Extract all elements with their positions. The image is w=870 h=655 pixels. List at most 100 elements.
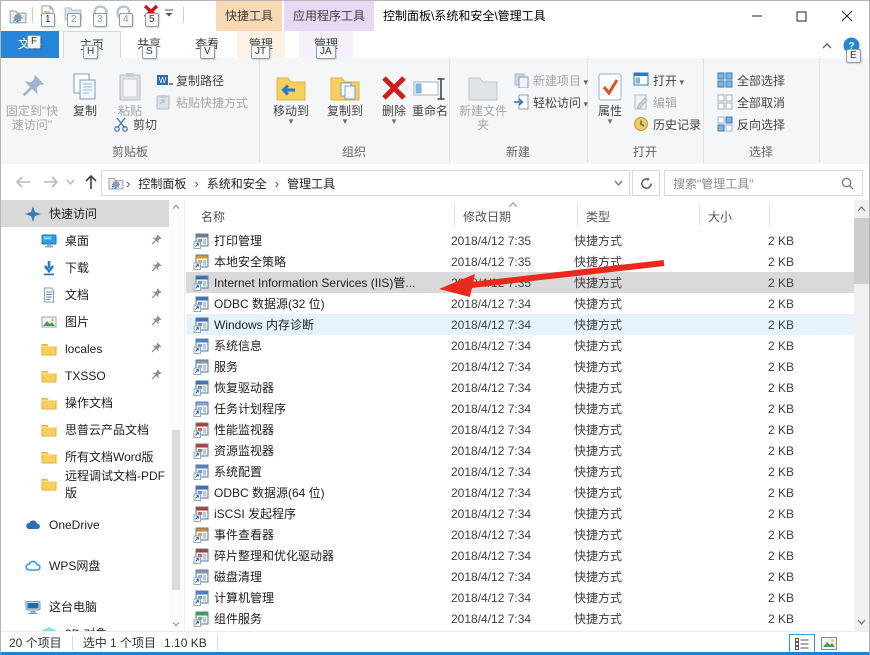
- sidebar-item[interactable]: 思普云产品文档: [1, 416, 169, 443]
- table-row[interactable]: 打印管理 2018/4/12 7:35 快捷方式 2 KB: [186, 230, 854, 251]
- paste-shortcut-button[interactable]: 粘贴快捷方式: [156, 92, 248, 112]
- keytip-share: S: [142, 45, 157, 59]
- minimize-button[interactable]: [734, 1, 779, 31]
- copy-button[interactable]: 复制: [63, 62, 107, 138]
- table-row[interactable]: Internet Information Services (IIS)管... …: [186, 272, 854, 293]
- breadcrumb-item-control-panel[interactable]: 控制面板: [132, 175, 192, 192]
- search-box[interactable]: 搜索"管理工具": [664, 170, 863, 196]
- table-row[interactable]: ODBC 数据源(64 位) 2018/4/12 7:34 快捷方式 2 KB: [186, 482, 854, 503]
- sidebar-item[interactable]: 操作文档: [1, 389, 169, 416]
- column-header-size[interactable]: 大小: [708, 208, 732, 225]
- edit-button[interactable]: 编辑: [633, 92, 677, 112]
- copy-to-button[interactable]: 复制到: [319, 62, 371, 138]
- sidebar-item[interactable]: 下载: [1, 254, 169, 281]
- sidebar-item[interactable]: 图片: [1, 308, 169, 335]
- table-row[interactable]: 计算机管理 2018/4/12 7:34 快捷方式 2 KB: [186, 587, 854, 608]
- sidebar-item[interactable]: OneDrive: [1, 511, 169, 538]
- thumbnail-view-button[interactable]: [816, 634, 842, 653]
- new-folder-button[interactable]: 新建文件夹: [457, 62, 509, 138]
- column-header-name[interactable]: 名称: [201, 208, 225, 225]
- cell-type: 快捷方式: [574, 421, 696, 438]
- sidebar-item[interactable]: WPS网盘: [1, 552, 169, 579]
- scroll-up-icon[interactable]: [857, 206, 866, 212]
- contextual-tab-header-shortcut-tools[interactable]: 快捷工具: [216, 1, 282, 31]
- rename-button[interactable]: 重命名: [411, 62, 449, 138]
- table-row[interactable]: 事件查看器 2018/4/12 7:34 快捷方式 2 KB: [186, 524, 854, 545]
- breadcrumb[interactable]: › 控制面板 › 系统和安全 › 管理工具: [101, 170, 630, 196]
- table-row[interactable]: 磁盘清理 2018/4/12 7:34 快捷方式 2 KB: [186, 566, 854, 587]
- new-item-button[interactable]: 新建项目: [513, 70, 588, 90]
- sidebar-item-label: 桌面: [65, 232, 89, 249]
- sidebar-item[interactable]: locales: [1, 335, 169, 362]
- up-button[interactable]: [79, 171, 103, 193]
- table-row[interactable]: 组件服务 2018/4/12 7:34 快捷方式 2 KB: [186, 608, 854, 629]
- pin-icon: [17, 72, 47, 102]
- sidebar-item-label: 思普云产品文档: [65, 421, 149, 438]
- column-header-type[interactable]: 类型: [586, 208, 610, 225]
- cut-button[interactable]: 剪切: [113, 114, 157, 134]
- table-row[interactable]: 本地安全策略 2018/4/12 7:35 快捷方式 2 KB: [186, 251, 854, 272]
- sidebar-item[interactable]: 远程调试文档-PDF版: [1, 470, 169, 497]
- table-row[interactable]: 性能监视器 2018/4/12 7:34 快捷方式 2 KB: [186, 419, 854, 440]
- scroll-up-icon[interactable]: [172, 204, 180, 210]
- back-button[interactable]: [11, 171, 35, 193]
- table-row[interactable]: 恢复驱动器 2018/4/12 7:34 快捷方式 2 KB: [186, 377, 854, 398]
- scroll-down-icon[interactable]: [857, 619, 866, 625]
- items-count: 20 个项目: [9, 634, 62, 651]
- sidebar-item[interactable]: 文档: [1, 281, 169, 308]
- history-button[interactable]: 历史记录: [633, 114, 701, 134]
- table-row[interactable]: 资源监视器 2018/4/12 7:34 快捷方式 2 KB: [186, 440, 854, 461]
- sidebar-scroll-thumb[interactable]: [172, 430, 180, 590]
- refresh-button[interactable]: [632, 170, 660, 196]
- breadcrumb-item-system-security[interactable]: 系统和安全: [201, 175, 273, 192]
- cell-name: 磁盘清理: [214, 568, 451, 585]
- column-header-date[interactable]: 修改日期: [463, 208, 511, 225]
- select-none-button[interactable]: 全部取消: [717, 92, 785, 112]
- collapse-ribbon-icon[interactable]: [821, 40, 833, 52]
- sidebar-item-icon: [25, 599, 41, 615]
- table-row[interactable]: iSCSI 发起程序 2018/4/12 7:34 快捷方式 2 KB: [186, 503, 854, 524]
- invert-selection-button[interactable]: 反向选择: [717, 114, 785, 134]
- sidebar-scrollbar[interactable]: [169, 200, 183, 631]
- keytip-home: H: [83, 45, 98, 59]
- sidebar-item-label: OneDrive: [49, 518, 100, 532]
- sidebar-item-label: 这台电脑: [49, 598, 97, 615]
- sidebar-item[interactable]: TXSSO: [1, 362, 169, 389]
- copy-path-button[interactable]: W 复制路径: [156, 70, 224, 90]
- contextual-tab-header-app-tools[interactable]: 应用程序工具: [284, 1, 374, 31]
- move-to-button[interactable]: 移动到: [265, 62, 317, 138]
- cell-date: 2018/4/12 7:34: [451, 360, 574, 374]
- sidebar-item[interactable]: 3D 对象: [1, 620, 169, 631]
- sidebar-item-icon: [41, 368, 57, 384]
- table-row[interactable]: 系统配置 2018/4/12 7:34 快捷方式 2 KB: [186, 461, 854, 482]
- scroll-down-icon[interactable]: [172, 621, 180, 627]
- table-row[interactable]: 服务 2018/4/12 7:34 快捷方式 2 KB: [186, 356, 854, 377]
- select-all-button[interactable]: 全部选择: [717, 70, 785, 90]
- sidebar-item[interactable]: 这台电脑: [1, 593, 169, 620]
- cell-type: 快捷方式: [574, 337, 696, 354]
- properties-button[interactable]: 属性: [591, 62, 629, 138]
- cell-name: 计算机管理: [214, 589, 451, 606]
- maximize-button[interactable]: [779, 1, 824, 31]
- table-row[interactable]: ODBC 数据源(32 位) 2018/4/12 7:34 快捷方式 2 KB: [186, 293, 854, 314]
- open-button[interactable]: 打开: [633, 70, 684, 90]
- pin-to-quick-access-button[interactable]: 固定到"快速访问": [3, 62, 61, 138]
- file-list-scrollbar[interactable]: [854, 200, 869, 631]
- easy-access-button[interactable]: 轻松访问: [513, 92, 588, 112]
- table-row[interactable]: 系统信息 2018/4/12 7:34 快捷方式 2 KB: [186, 335, 854, 356]
- breadcrumb-item-admin-tools[interactable]: 管理工具: [281, 175, 341, 192]
- breadcrumb-chevron: ›: [192, 176, 200, 191]
- details-view-button[interactable]: [789, 634, 815, 653]
- sidebar-item[interactable]: 快速访问: [1, 200, 169, 227]
- close-button[interactable]: [824, 1, 869, 31]
- qat-customize-dropdown[interactable]: [164, 4, 178, 26]
- table-row[interactable]: Windows 内存诊断 2018/4/12 7:34 快捷方式 2 KB: [186, 314, 854, 335]
- forward-button[interactable]: [39, 171, 63, 193]
- table-row[interactable]: 碎片整理和优化驱动器 2018/4/12 7:34 快捷方式 2 KB: [186, 545, 854, 566]
- recent-locations-dropdown[interactable]: [63, 171, 77, 193]
- table-row[interactable]: 任务计划程序 2018/4/12 7:34 快捷方式 2 KB: [186, 398, 854, 419]
- delete-button[interactable]: 删除: [375, 62, 413, 138]
- sidebar-item[interactable]: 桌面: [1, 227, 169, 254]
- address-dropdown[interactable]: [614, 180, 623, 186]
- scroll-thumb[interactable]: [854, 218, 869, 284]
